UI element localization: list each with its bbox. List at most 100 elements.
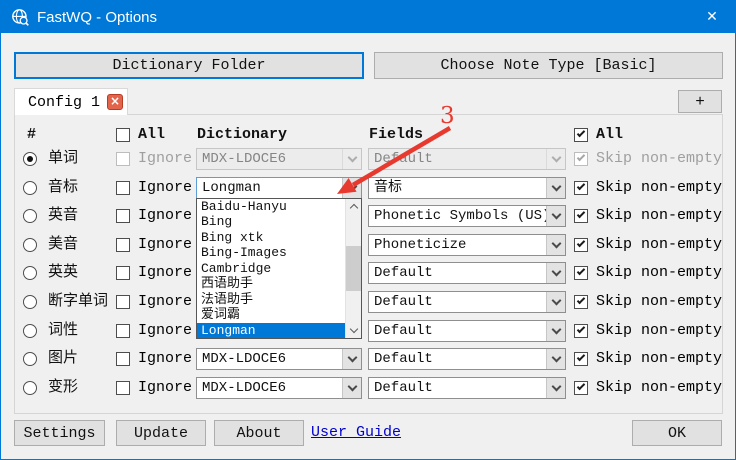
field-select[interactable]: Default <box>368 291 566 313</box>
dropdown-item[interactable]: 西语助手 <box>197 276 345 291</box>
field-select[interactable]: 音标 <box>368 177 566 199</box>
tab-close-icon[interactable]: × <box>107 94 123 110</box>
dropdown-item[interactable]: Longman <box>197 323 345 338</box>
all-skip-checkbox[interactable] <box>574 128 588 142</box>
all-ignore-checkbox[interactable] <box>116 128 130 142</box>
dropdown-item[interactable]: Bing xtk <box>197 230 345 245</box>
skip-checkbox[interactable] <box>574 266 588 280</box>
add-tab-button[interactable]: + <box>678 90 722 113</box>
row-radio[interactable] <box>23 381 37 395</box>
field-select[interactable]: Default <box>368 262 566 284</box>
chevron-glyph <box>551 296 561 306</box>
chevron-down-icon[interactable] <box>546 149 565 169</box>
ignore-label: Ignore <box>138 292 192 312</box>
user-guide-link[interactable]: User Guide <box>311 424 401 441</box>
skip-checkbox[interactable] <box>574 295 588 309</box>
dropdown-scrollbar[interactable] <box>345 199 361 338</box>
row-radio[interactable] <box>23 209 37 223</box>
ignore-checkbox[interactable] <box>116 295 130 309</box>
chevron-down-icon[interactable] <box>546 235 565 255</box>
ignore-checkbox[interactable] <box>116 152 130 166</box>
ignore-checkbox[interactable] <box>116 266 130 280</box>
chevron-down-icon[interactable] <box>546 206 565 226</box>
column-header-fields: Fields <box>369 126 423 143</box>
chevron-glyph <box>551 153 561 163</box>
skip-checkbox[interactable] <box>574 209 588 223</box>
chevron-down-icon[interactable] <box>546 378 565 398</box>
scroll-down-icon[interactable] <box>346 323 361 338</box>
dictionary-select[interactable]: MDX-LDOCE6 <box>196 348 362 370</box>
skip-checkbox[interactable] <box>574 238 588 252</box>
settings-button[interactable]: Settings <box>14 420 105 446</box>
ignore-checkbox[interactable] <box>116 352 130 366</box>
title-bar: FastWQ - Options ✕ <box>1 1 735 33</box>
scrollbar-thumb[interactable] <box>346 246 361 291</box>
chevron-down-icon[interactable] <box>342 378 361 398</box>
field-select[interactable]: Default <box>368 148 566 170</box>
chevron-down-icon[interactable] <box>342 349 361 369</box>
dropdown-item[interactable]: 法语助手 <box>197 292 345 307</box>
field-select[interactable]: Default <box>368 348 566 370</box>
dictionary-dropdown-list: Baidu-Hanyu Bing Bing xtk Bing-Images Ca… <box>196 198 362 339</box>
ignore-checkbox[interactable] <box>116 181 130 195</box>
tab-config-1[interactable]: Config 1 × <box>14 88 128 115</box>
table-row: 英音 Ignore Phonetic Symbols (US) Skip non… <box>1 205 736 227</box>
field-value: Default <box>374 264 433 283</box>
field-select[interactable]: Default <box>368 377 566 399</box>
ignore-checkbox[interactable] <box>116 209 130 223</box>
ignore-checkbox[interactable] <box>116 381 130 395</box>
dictionary-select[interactable]: Longman <box>196 177 362 199</box>
chevron-down-icon[interactable] <box>342 149 361 169</box>
chevron-down-icon[interactable] <box>546 349 565 369</box>
field-select[interactable]: Phonetic Symbols (US) <box>368 205 566 227</box>
ok-button[interactable]: OK <box>632 420 722 446</box>
dictionary-folder-button[interactable]: Dictionary Folder <box>14 52 364 79</box>
chevron-down-icon[interactable] <box>546 178 565 198</box>
row-radio[interactable] <box>23 152 37 166</box>
dictionary-select[interactable]: MDX-LDOCE6 <box>196 148 362 170</box>
chevron-glyph <box>551 182 561 192</box>
skip-label: Skip non-empty <box>596 263 722 283</box>
dropdown-item[interactable]: Baidu-Hanyu <box>197 199 345 214</box>
chevron-down-icon[interactable] <box>546 321 565 341</box>
scroll-up-icon[interactable] <box>346 199 361 214</box>
about-button[interactable]: About <box>214 420 304 446</box>
chevron-glyph <box>349 325 357 333</box>
checkmark-icon <box>577 267 585 275</box>
dropdown-item[interactable]: 爱词霸 <box>197 307 345 322</box>
dictionary-select[interactable]: MDX-LDOCE6 <box>196 377 362 399</box>
chevron-down-icon[interactable] <box>546 263 565 283</box>
chevron-glyph <box>551 267 561 277</box>
globe-search-icon <box>11 8 29 26</box>
row-radio[interactable] <box>23 324 37 338</box>
update-button[interactable]: Update <box>116 420 206 446</box>
dropdown-item[interactable]: Cambridge <box>197 261 345 276</box>
skip-checkbox[interactable] <box>574 181 588 195</box>
row-label: 图片 <box>48 349 78 369</box>
dropdown-item[interactable]: Bing-Images <box>197 245 345 260</box>
table-row: 断字单词 Ignore Default Skip non-empty <box>1 291 736 313</box>
ignore-label: Ignore <box>138 178 192 198</box>
row-label: 英音 <box>48 206 78 226</box>
skip-checkbox[interactable] <box>574 152 588 166</box>
row-radio[interactable] <box>23 238 37 252</box>
field-select[interactable]: Phoneticize <box>368 234 566 256</box>
ignore-label: Ignore <box>138 378 192 398</box>
close-icon[interactable]: ✕ <box>689 1 735 33</box>
ignore-checkbox[interactable] <box>116 324 130 338</box>
ignore-checkbox[interactable] <box>116 238 130 252</box>
skip-checkbox[interactable] <box>574 352 588 366</box>
chevron-down-icon[interactable] <box>342 178 361 198</box>
choose-note-type-button[interactable]: Choose Note Type [Basic] <box>374 52 723 79</box>
checkmark-icon <box>577 182 585 190</box>
row-radio[interactable] <box>23 266 37 280</box>
chevron-down-icon[interactable] <box>546 292 565 312</box>
row-radio[interactable] <box>23 295 37 309</box>
row-radio[interactable] <box>23 181 37 195</box>
dictionary-value: MDX-LDOCE6 <box>202 350 286 369</box>
dropdown-item[interactable]: Bing <box>197 214 345 229</box>
field-select[interactable]: Default <box>368 320 566 342</box>
skip-checkbox[interactable] <box>574 324 588 338</box>
skip-checkbox[interactable] <box>574 381 588 395</box>
row-radio[interactable] <box>23 352 37 366</box>
